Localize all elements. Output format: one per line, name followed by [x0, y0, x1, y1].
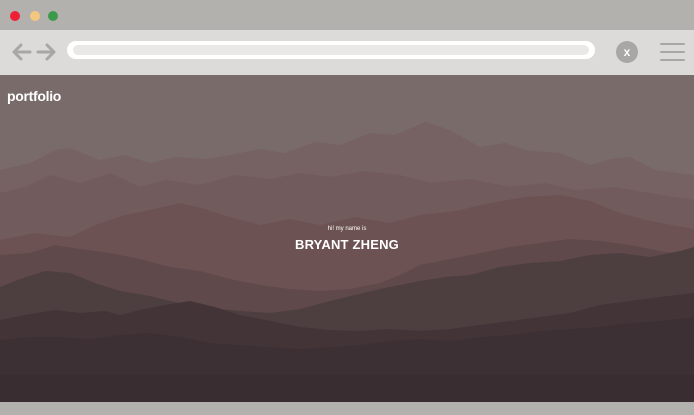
forward-arrow-icon[interactable] [36, 41, 58, 63]
hero-name-heading: BRYANT ZHENG [294, 237, 399, 252]
close-tab-button[interactable]: x [616, 41, 638, 63]
minimize-window-button[interactable] [30, 11, 40, 21]
browser-window: x portfolio hi! my name is BRYANT ZHENG [0, 0, 694, 415]
back-arrow-icon[interactable] [10, 41, 32, 63]
maximize-window-button[interactable] [48, 11, 58, 21]
close-window-button[interactable] [10, 11, 20, 21]
title-bar [0, 0, 694, 30]
hero-intro-text: hi! my name is [327, 226, 367, 232]
site-logo[interactable]: portfolio [7, 88, 61, 104]
url-input[interactable] [70, 44, 592, 56]
page-viewport: portfolio hi! my name is BRYANT ZHENG [0, 75, 694, 402]
address-bar[interactable] [67, 41, 595, 59]
window-bottom-bar [0, 402, 694, 415]
hamburger-menu-icon[interactable] [660, 43, 685, 61]
